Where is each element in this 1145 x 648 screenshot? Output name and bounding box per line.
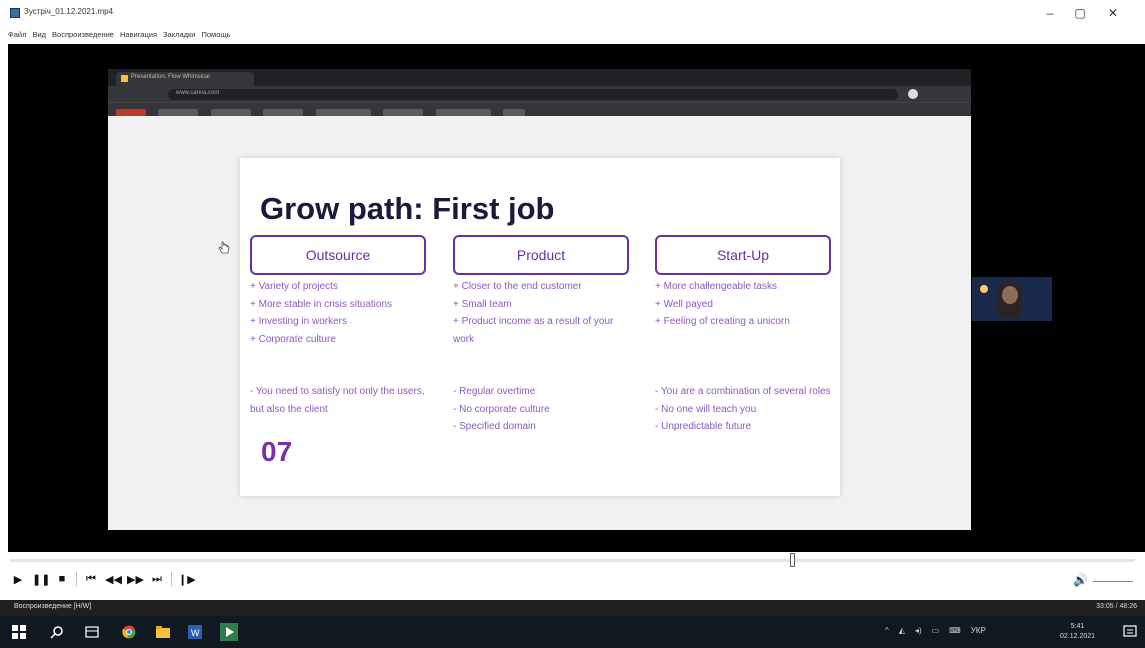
keyboard-icon[interactable]: ⌨ — [949, 626, 961, 635]
seek-bar[interactable] — [10, 553, 1135, 567]
battery-icon[interactable]: ▭ — [932, 626, 940, 635]
task-view-icon[interactable] — [85, 625, 99, 639]
close-button[interactable]: ✕ — [1103, 6, 1123, 20]
webcam-light — [980, 285, 988, 293]
frame-step-icon[interactable]: ❙▶ — [178, 573, 196, 586]
browser-tab: Presentation: Flow Whimsical — [116, 72, 254, 86]
hand-cursor-icon — [218, 241, 230, 254]
slide-title: Grow path: First job — [260, 191, 555, 226]
menu-bookmarks[interactable]: Закладки — [163, 30, 195, 44]
bookmark-item — [503, 109, 526, 116]
browser-bookmarks-bar — [108, 102, 971, 116]
media-player-icon[interactable] — [220, 623, 238, 641]
menu-playback[interactable]: Воспроизведение — [52, 30, 114, 44]
notifications-icon[interactable] — [1123, 625, 1137, 639]
outsource-header: Outsource — [250, 235, 426, 275]
separator — [171, 572, 172, 586]
search-icon[interactable] — [50, 625, 64, 639]
separator — [76, 572, 77, 586]
window-title: Зустріч_01.12.2021.mp4 — [24, 7, 114, 16]
system-tray: ^ ◭ ◂) ▭ ⌨ УКР — [885, 626, 986, 635]
menu-help[interactable]: Помощь — [201, 30, 230, 44]
minimize-button[interactable]: – — [1040, 6, 1060, 20]
fast-forward-icon[interactable]: ▶▶ — [127, 573, 144, 586]
startup-pros: + More challengeable tasks + Well payed … — [655, 281, 790, 327]
speaker-icon[interactable]: ◂) — [915, 626, 922, 635]
webcam-face — [1002, 286, 1018, 304]
startup-cons: - You are a combination of several roles… — [655, 386, 831, 432]
playback-time: 33:05 / 48:26 — [1096, 603, 1137, 610]
slide-number: 07 — [261, 436, 293, 467]
rewind-icon[interactable]: ◀◀ — [105, 573, 122, 586]
bookmark-item — [315, 109, 371, 116]
profile-icon — [908, 89, 918, 99]
browser-url: www.canva.com — [176, 90, 220, 96]
menu-file[interactable]: Файл — [8, 30, 26, 44]
seek-thumb[interactable] — [790, 553, 795, 567]
webcam-overlay — [972, 277, 1052, 321]
player-controls: ▶ ❚❚ ■ ⏮ ◀◀ ▶▶ ⏭ ❙▶ 🔊 — [0, 552, 1145, 600]
product-header: Product — [453, 235, 629, 275]
product-pros: + Closer to the end customer + Small tea… — [453, 281, 614, 345]
presentation-slide: Grow path: First job Outsource Product S… — [240, 158, 840, 496]
language-indicator[interactable]: УКР — [971, 626, 986, 635]
browser-tabstrip: Presentation: Flow Whimsical — [108, 69, 971, 86]
clock-time: 5:41 — [1070, 623, 1085, 630]
outsource-cons: - You need to satisfy not only the users… — [250, 386, 425, 415]
playback-status: Воспроизведение [H/W] — [14, 603, 92, 610]
title-bar: Зустріч_01.12.2021.mp4 – ▢ ✕ — [0, 0, 1145, 30]
stop-icon[interactable]: ■ — [54, 573, 70, 585]
app-icon — [10, 8, 20, 18]
browser-tab-title: Presentation: Flow Whimsical — [131, 74, 210, 80]
bookmark-item — [158, 109, 199, 116]
bookmark-item — [210, 109, 251, 116]
svg-text:W: W — [191, 628, 200, 638]
chrome-icon[interactable] — [122, 625, 136, 639]
startup-header: Start-Up — [655, 235, 831, 275]
product-cons: - Regular overtime - No corporate cultur… — [453, 386, 550, 432]
browser-toolbar: www.canva.com — [108, 86, 971, 102]
control-buttons: ▶ ❚❚ ■ ⏮ ◀◀ ▶▶ ⏭ ❙▶ — [10, 572, 196, 586]
bookmark-item — [263, 109, 304, 116]
bookmark-item — [435, 109, 491, 116]
browser-address-bar: www.canva.com — [168, 89, 898, 100]
bookmark-item — [116, 109, 146, 116]
taskbar-clock[interactable]: 5:41 02.12.2021 — [1060, 622, 1095, 642]
outsource-pros: + Variety of projects + More stable in c… — [250, 281, 393, 345]
menu-view[interactable]: Вид — [32, 30, 46, 44]
taskbar: W ^ ◭ ◂) ▭ ⌨ УКР 5:41 02.12.2021 — [0, 616, 1145, 648]
clock-date: 02.12.2021 — [1060, 633, 1096, 640]
previous-icon[interactable]: ⏮ — [83, 573, 99, 586]
pause-icon[interactable]: ❚❚ — [32, 573, 50, 586]
play-icon[interactable]: ▶ — [10, 573, 26, 586]
tray-chevron-icon[interactable]: ^ — [885, 626, 889, 635]
tab-favicon-icon — [121, 75, 128, 82]
windows-start-icon[interactable] — [12, 625, 26, 639]
word-icon[interactable]: W — [188, 625, 202, 639]
volume-icon[interactable]: 🔊 — [1073, 573, 1088, 587]
menu-bar: Файл Вид Воспроизведение Навигация Закла… — [8, 30, 230, 44]
volume-slider[interactable] — [1093, 581, 1133, 582]
next-icon[interactable]: ⏭ — [149, 573, 165, 586]
maximize-button[interactable]: ▢ — [1070, 6, 1090, 20]
file-explorer-icon[interactable] — [156, 625, 170, 639]
bookmark-item — [383, 109, 424, 116]
menu-navigation[interactable]: Навигация — [120, 30, 157, 44]
status-bar: Воспроизведение [H/W] 33:05 / 48:26 — [0, 600, 1145, 616]
network-icon[interactable]: ◭ — [899, 626, 905, 635]
